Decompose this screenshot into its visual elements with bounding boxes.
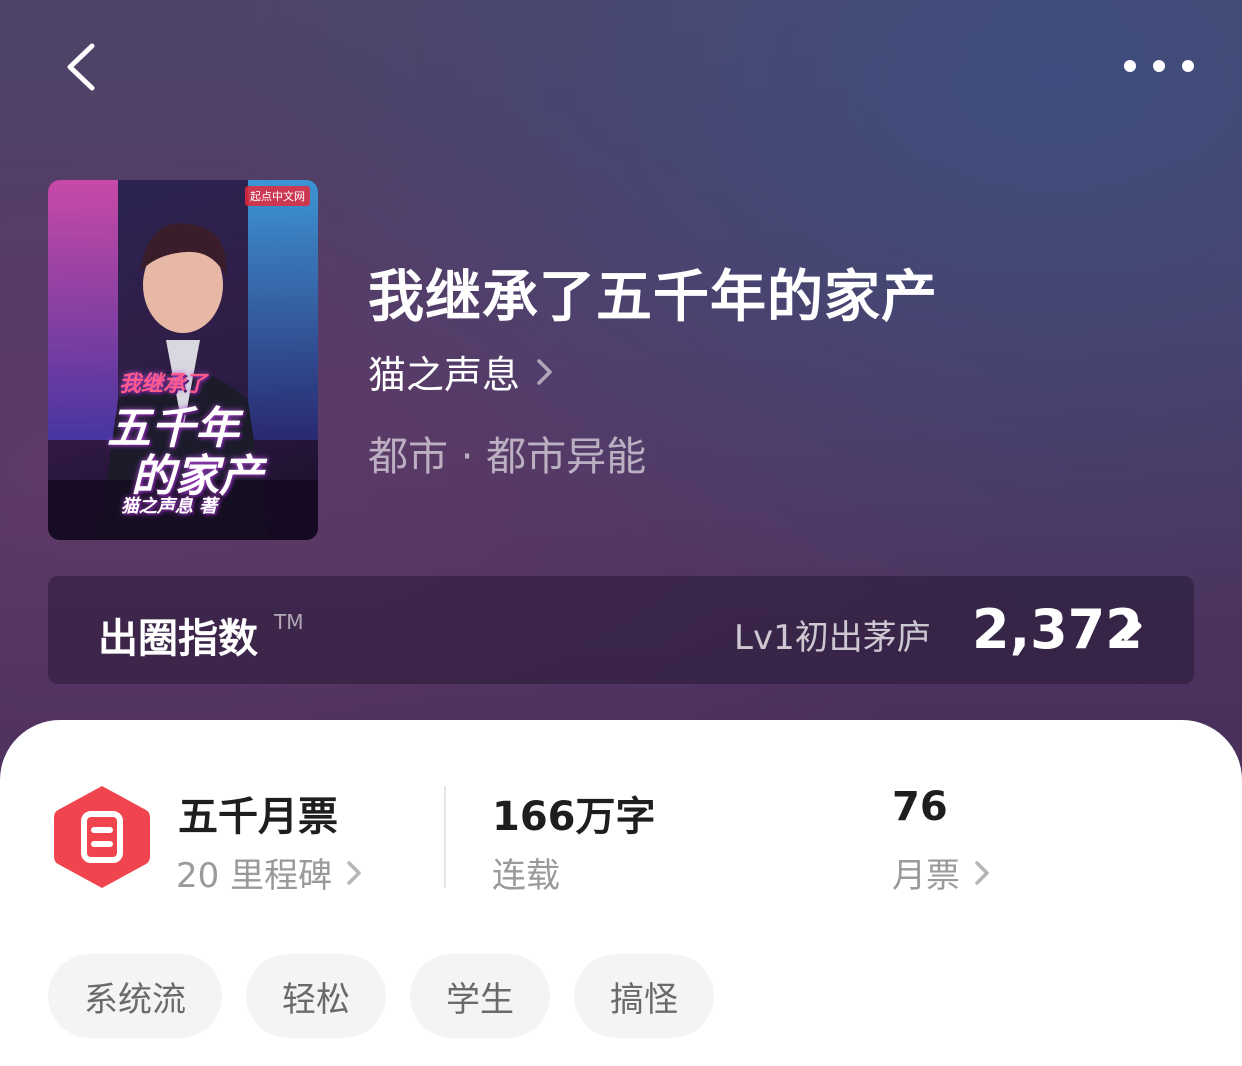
monthly-ticket-count: 76: [892, 784, 948, 830]
monthly-ticket-label: 月票: [892, 856, 960, 896]
milestone-sub: 20 里程碑: [176, 856, 333, 896]
popularity-index-bar[interactable]: 出圈指数 TM Lv1初出茅庐 2,372: [48, 576, 1194, 684]
cover-author: 猫之声息 著: [120, 496, 218, 517]
tag-chip[interactable]: 轻松: [246, 954, 386, 1038]
genre-label: 都市 · 都市异能: [368, 434, 647, 480]
chevron-right-icon: [1123, 611, 1142, 641]
stats-divider: [444, 786, 446, 888]
tag-list: 系统流 轻松 学生 搞怪: [48, 954, 738, 1038]
chevron-left-icon: [67, 43, 95, 91]
book-cover[interactable]: 起点中文网 我继承了 五千年 的家产 猫之声息 著: [48, 180, 318, 540]
milestone-link[interactable]: 20 里程碑: [176, 848, 362, 897]
index-score: 2,372: [972, 598, 1143, 661]
chevron-right-icon: [347, 860, 361, 885]
tag-chip[interactable]: 学生: [410, 954, 550, 1038]
index-level: Lv1初出茅庐: [734, 618, 931, 658]
author-name: 猫之声息: [368, 353, 521, 397]
more-dots-icon: [1124, 60, 1136, 72]
word-count: 166万字: [492, 794, 656, 840]
tag-chip[interactable]: 系统流: [48, 954, 222, 1038]
milestone-title: 五千月票: [178, 794, 338, 840]
chevron-right-icon: [975, 860, 989, 885]
trademark-mark: TM: [274, 610, 304, 634]
serial-status: 连载: [492, 848, 560, 897]
back-button[interactable]: [56, 36, 116, 96]
monthly-ticket-badge-icon[interactable]: [54, 784, 150, 890]
index-label: 出圈指数: [98, 616, 258, 662]
more-button[interactable]: [1124, 42, 1194, 90]
chevron-right-icon: [537, 358, 552, 385]
book-title: 我继承了五千年的家产: [368, 264, 938, 330]
publisher-badge: 起点中文网: [245, 186, 310, 206]
author-link[interactable]: 猫之声息: [368, 344, 554, 399]
tag-chip[interactable]: 搞怪: [574, 954, 714, 1038]
serial-status-label: 连载: [492, 856, 560, 896]
monthly-ticket-link[interactable]: 月票: [892, 848, 990, 897]
